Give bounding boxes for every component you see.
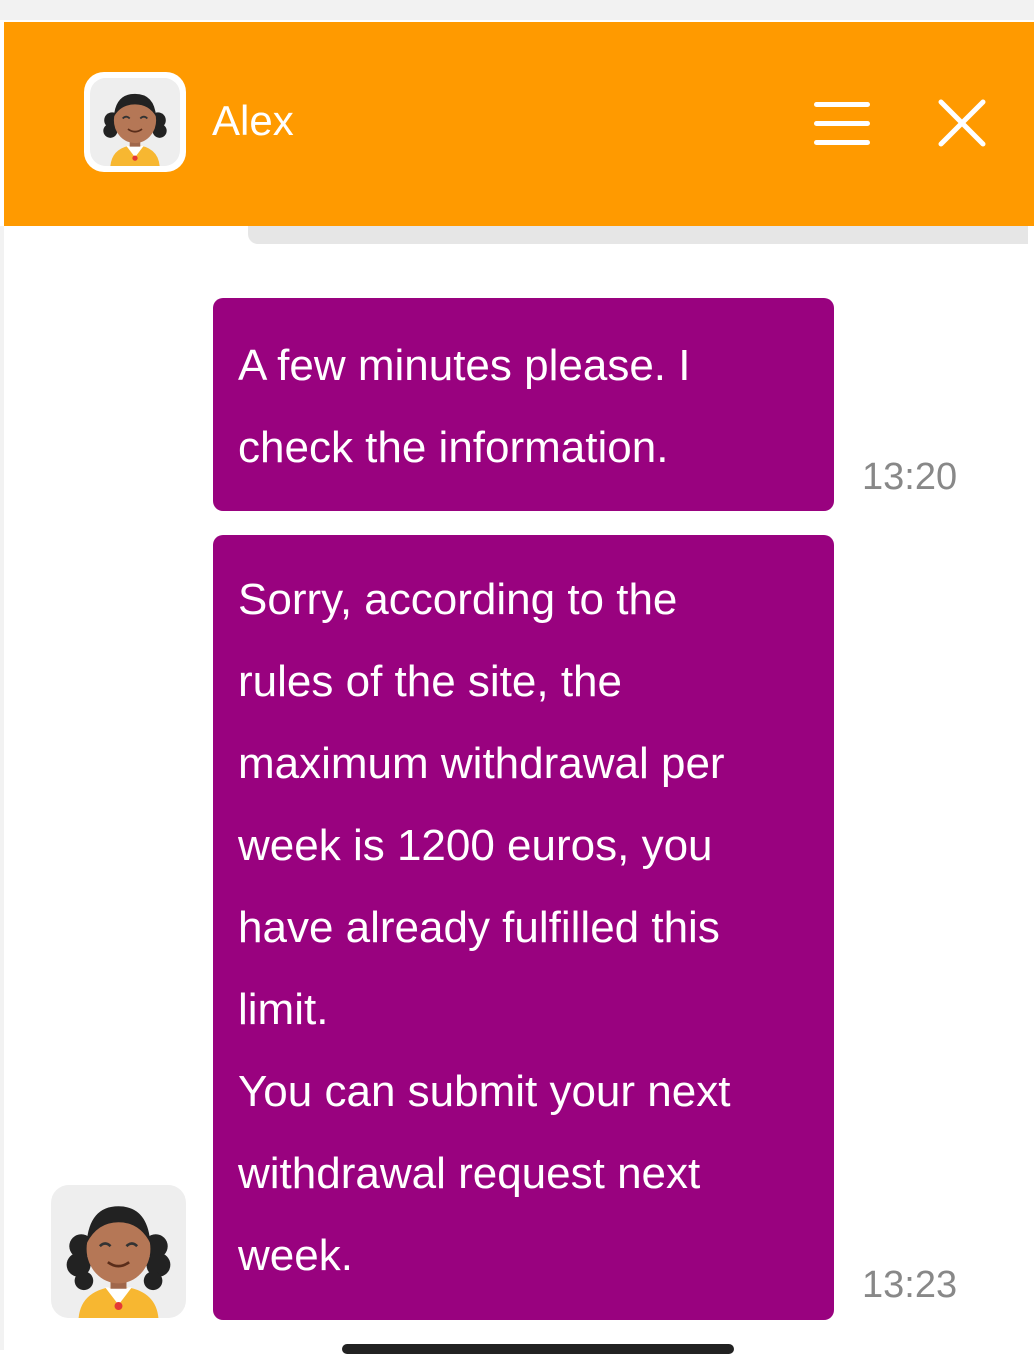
close-icon: [938, 99, 986, 147]
agent-avatar-image: [90, 78, 180, 166]
top-strip: [0, 0, 1034, 20]
agent-avatar: [84, 72, 186, 172]
agent-face-icon: [91, 78, 179, 166]
agent-face-icon: [52, 1185, 185, 1318]
menu-button[interactable]: [806, 94, 876, 154]
hamburger-menu-icon: [814, 102, 870, 145]
chat-header: Alex: [4, 22, 1034, 226]
home-indicator: [342, 1344, 734, 1354]
message-timestamp: 13:23: [862, 1264, 958, 1306]
message-timestamp: 13:20: [862, 456, 958, 498]
left-border: [0, 226, 4, 1350]
header-shadow: [248, 226, 1028, 244]
close-button[interactable]: [929, 90, 995, 156]
message-agent-avatar: [51, 1185, 186, 1318]
agent-name: Alex: [212, 97, 294, 144]
message-bubble: Sorry, according to the rules of the sit…: [213, 535, 834, 1320]
message-bubble: A few minutes please. I check the inform…: [213, 298, 834, 511]
